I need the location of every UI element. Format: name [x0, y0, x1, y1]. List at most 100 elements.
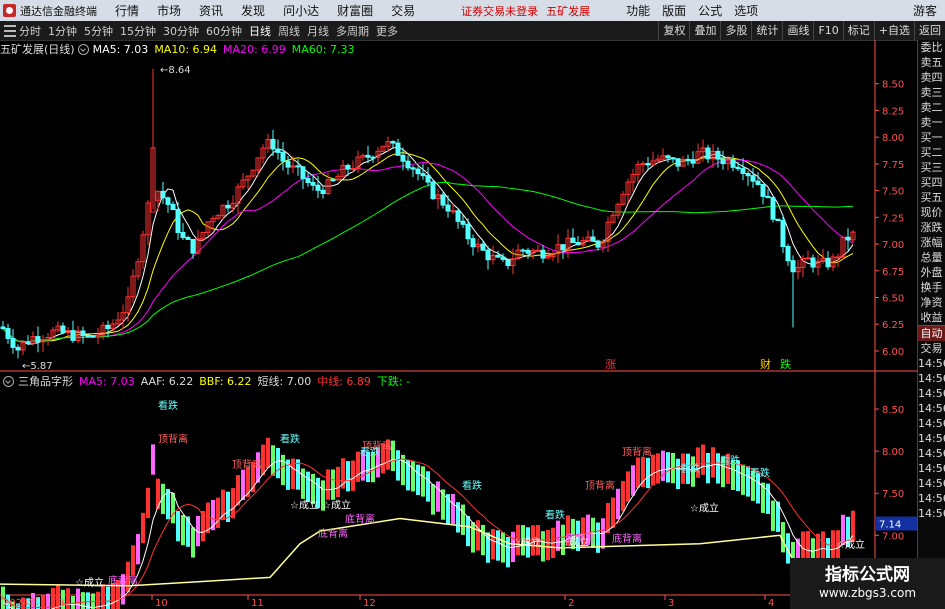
candle-body: [285, 160, 291, 168]
ind-bar: [771, 500, 775, 531]
tool-biaoji[interactable]: 标记: [842, 21, 874, 40]
candle-body: [5, 327, 11, 339]
tab-period[interactable]: 分时: [19, 23, 41, 39]
sidebar-item[interactable]: 14:56: [918, 431, 945, 446]
candle-body: [520, 249, 526, 252]
candle-body: [450, 210, 456, 213]
tab-period[interactable]: 5分钟: [84, 23, 113, 39]
candle-body: [280, 151, 286, 162]
ind-bar: [51, 587, 55, 609]
period-toolbar: 分时 1分钟 5分钟 15分钟 30分钟 60分钟 日线 周线 月线 多周期 更…: [0, 21, 945, 41]
ind-signal-label: ☆成立: [560, 535, 589, 548]
menu-hangqing[interactable]: 行情: [115, 2, 139, 19]
candle-body: [440, 194, 446, 206]
ind-signal-label: 顶背离: [158, 433, 188, 446]
candle-body: [85, 335, 91, 338]
time-tick-label: 10: [155, 598, 168, 609]
candle-body: [495, 254, 501, 258]
menu-faxian[interactable]: 发现: [241, 2, 265, 19]
sidebar-item: 卖一: [920, 116, 943, 129]
low-price-label: ←5.87: [22, 361, 53, 372]
tab-period[interactable]: 15分钟: [120, 23, 156, 39]
ind-bar: [396, 450, 400, 481]
sidebar-item: 买四: [920, 176, 943, 189]
ind-bar: [276, 447, 280, 479]
sidebar-item[interactable]: 交易: [918, 341, 945, 356]
tab-period[interactable]: 30分钟: [163, 23, 199, 39]
candle-body: [845, 236, 851, 241]
candle-body: [445, 204, 451, 212]
sidebar-item[interactable]: 14:56: [918, 386, 945, 401]
tool-zixuan[interactable]: +自选: [873, 21, 914, 40]
tool-diejia[interactable]: 叠加: [689, 21, 720, 40]
sidebar-item[interactable]: 14:56: [918, 371, 945, 386]
sidebar-item: 涨幅: [920, 236, 943, 249]
login-warning[interactable]: 证券交易未登录: [461, 3, 538, 19]
tool-fanhui[interactable]: 返回: [914, 21, 945, 40]
ind-bar: [301, 468, 305, 499]
sidebar-item[interactable]: 自动: [918, 325, 945, 341]
candle-body: [105, 324, 111, 330]
sidebar-item: 卖四: [920, 71, 943, 84]
app-title: 通达信金融终端: [20, 4, 97, 18]
candle-body: [400, 154, 406, 162]
tool-f10[interactable]: F10: [813, 21, 842, 40]
sidebar-item[interactable]: 14:56: [918, 356, 945, 371]
ind-bar: [106, 586, 110, 609]
sidebar-item[interactable]: 14:56: [918, 491, 945, 506]
candle-body: [60, 325, 66, 334]
time-tick-label: 2024年: [3, 596, 38, 609]
tab-period[interactable]: 更多: [376, 23, 398, 39]
sidebar-item[interactable]: 14:56: [918, 461, 945, 476]
kline-chart[interactable]: 8.50 8.25 8.00 7.75 7.50 7.25 7.00 6.75 6.50 6.25…: [0, 40, 945, 609]
candle-body: [775, 218, 781, 222]
sidebar-item[interactable]: 14:56: [918, 401, 945, 416]
tab-period-active[interactable]: 日线: [249, 23, 271, 39]
candle-body: [645, 163, 651, 166]
tab-period[interactable]: 多周期: [336, 23, 369, 39]
candle-body: [395, 142, 401, 156]
menu-xuanxiang[interactable]: 选项: [734, 2, 758, 19]
candle-body: [170, 203, 176, 211]
menu-gongneng[interactable]: 功能: [626, 2, 650, 19]
tool-fuquan[interactable]: 复权: [658, 21, 689, 40]
menu-banmian[interactable]: 版面: [662, 2, 686, 19]
menu-gongshi[interactable]: 公式: [698, 2, 722, 19]
candle-body: [590, 236, 596, 242]
ind-bar: [216, 497, 220, 529]
ind-bar: [186, 516, 190, 547]
candle-body: [455, 210, 461, 222]
sidebar-item: 总量: [920, 251, 943, 264]
tool-tongji[interactable]: 统计: [751, 21, 782, 40]
menu-caifuquan[interactable]: 财富圈: [337, 2, 373, 19]
menu-shichang[interactable]: 市场: [157, 2, 181, 19]
sidebar-item[interactable]: 14:56: [918, 416, 945, 431]
ind-signal-label: 顶背离: [585, 479, 615, 492]
candle-body: [465, 223, 471, 240]
sidebar-item[interactable]: 14:56: [918, 446, 945, 461]
tab-period[interactable]: 1分钟: [48, 23, 77, 39]
sidebar-item: 外盘: [920, 266, 943, 279]
tab-period[interactable]: 60分钟: [206, 23, 242, 39]
candle-body: [810, 257, 816, 268]
candle-body: [175, 209, 181, 233]
tool-duogu[interactable]: 多股: [720, 21, 751, 40]
tab-period[interactable]: 月线: [307, 23, 329, 39]
menu-jiaoyi[interactable]: 交易: [391, 2, 415, 19]
ind-bar: [151, 444, 155, 475]
guest-user[interactable]: 游客: [913, 2, 937, 19]
tool-huaxian[interactable]: 画线: [782, 21, 813, 40]
ind-bar: [71, 596, 75, 609]
menu-wenxiaoda[interactable]: 问小达: [283, 2, 319, 19]
menu-columns-icon[interactable]: [4, 24, 16, 37]
candle-body: [460, 220, 466, 225]
sidebar-item[interactable]: 14:56: [918, 476, 945, 491]
ind-signal-label: ☆成立: [836, 538, 865, 551]
sidebar-item: 现价: [920, 206, 943, 219]
sidebar-item: 买五: [920, 191, 943, 204]
tab-period[interactable]: 周线: [278, 23, 300, 39]
menu-zixun[interactable]: 资讯: [199, 2, 223, 19]
ind-bar: [711, 447, 715, 478]
sidebar-item[interactable]: 14:56: [918, 506, 945, 521]
candle-body: [765, 195, 771, 199]
